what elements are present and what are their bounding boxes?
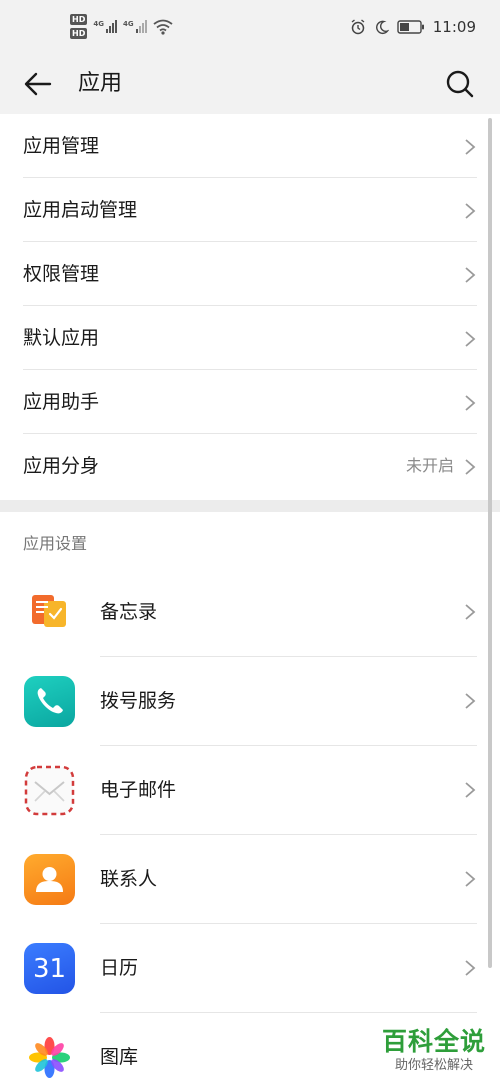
app-twin-status: 未开启 (405, 456, 454, 475)
network-type-2: 4G (122, 20, 134, 28)
chevron-right-icon (465, 139, 476, 155)
app-label: 图库 (100, 1046, 139, 1068)
watermark-subtitle: 助你轻松解决 (394, 1058, 473, 1073)
app-label: 电子邮件 (100, 779, 177, 801)
watermark-title: 百科全说 (381, 1027, 486, 1056)
back-button[interactable] (22, 68, 54, 100)
chevron-right-icon (465, 395, 476, 411)
app-row-dialer[interactable]: 拨号服务 (0, 657, 500, 746)
app-row-contacts[interactable]: 联系人 (0, 835, 500, 924)
chevron-right-icon (465, 459, 476, 475)
menu-item-label: 权限管理 (23, 263, 100, 285)
chevron-right-icon (465, 960, 476, 976)
menu-item-permissions[interactable]: 权限管理 (0, 242, 500, 306)
calendar-icon-date: 31 (32, 953, 67, 984)
mail-icon (24, 765, 75, 816)
hd-badge-1: HD (70, 14, 88, 25)
status-left: HD HD 4G 4G (70, 14, 173, 39)
app-label: 日历 (100, 957, 139, 979)
app-label: 拨号服务 (100, 690, 177, 712)
chevron-right-icon (465, 331, 476, 347)
notepad-icon (24, 587, 75, 638)
app-row-notepad[interactable]: 备忘录 (0, 568, 500, 657)
chevron-right-icon (465, 871, 476, 887)
alarm-icon (351, 19, 365, 35)
network-type-1: 4G (93, 20, 104, 28)
menu-item-label: 应用启动管理 (23, 199, 138, 221)
app-row-email[interactable]: 电子邮件 (0, 746, 500, 835)
menu-item-default-apps[interactable]: 默认应用 (0, 306, 500, 370)
app-settings-card: 应用设置 备忘录 拨号服务 电子邮件 联系人 31 日历 图库 (0, 512, 500, 1083)
moon-icon (375, 20, 389, 34)
scrollbar[interactable] (488, 118, 492, 968)
chevron-right-icon (465, 782, 476, 798)
menu-item-app-assistant[interactable]: 应用助手 (0, 370, 500, 434)
watermark: 百科全说 助你轻松解决 (382, 1027, 486, 1075)
chevron-right-icon (465, 267, 476, 283)
hd-indicators: HD HD (70, 14, 88, 39)
menu-item-label: 应用助手 (23, 391, 100, 413)
gallery-icon (24, 1032, 75, 1083)
section-header: 应用设置 (23, 534, 88, 553)
signal-2-icon: 4G (123, 20, 147, 33)
chevron-right-icon (465, 203, 476, 219)
back-arrow-icon (24, 72, 52, 96)
menu-item-startup-management[interactable]: 应用启动管理 (0, 178, 500, 242)
app-row-calendar[interactable]: 31 日历 (0, 924, 500, 1013)
search-icon (446, 70, 474, 98)
phone-icon (24, 676, 75, 727)
search-button[interactable] (444, 68, 476, 100)
battery-icon (397, 20, 424, 34)
app-label: 联系人 (100, 868, 158, 890)
menu-item-label: 应用管理 (23, 135, 100, 157)
menu-card: 应用管理 应用启动管理 权限管理 默认应用 应用助手 应用分身 未开启 (0, 114, 500, 500)
menu-item-label: 应用分身 (23, 455, 100, 477)
page-title: 应用 (78, 71, 123, 96)
clock: 11:09 (432, 18, 476, 36)
menu-item-app-twin[interactable]: 应用分身 未开启 (0, 434, 500, 498)
wifi-icon (153, 19, 173, 35)
hd-badge-2: HD (70, 28, 88, 39)
chevron-right-icon (465, 693, 476, 709)
status-bar: HD HD 4G 4G 11:09 (0, 0, 500, 56)
contacts-icon (24, 854, 75, 905)
app-label: 备忘录 (100, 601, 158, 623)
status-right: 11:09 (350, 18, 476, 36)
calendar-icon: 31 (24, 943, 75, 994)
menu-item-app-management[interactable]: 应用管理 (0, 114, 500, 178)
signal-1-icon: 4G (93, 20, 117, 33)
menu-item-label: 默认应用 (23, 327, 100, 349)
section-gap (0, 500, 500, 512)
app-bar: 应用 (0, 56, 500, 114)
chevron-right-icon (465, 604, 476, 620)
